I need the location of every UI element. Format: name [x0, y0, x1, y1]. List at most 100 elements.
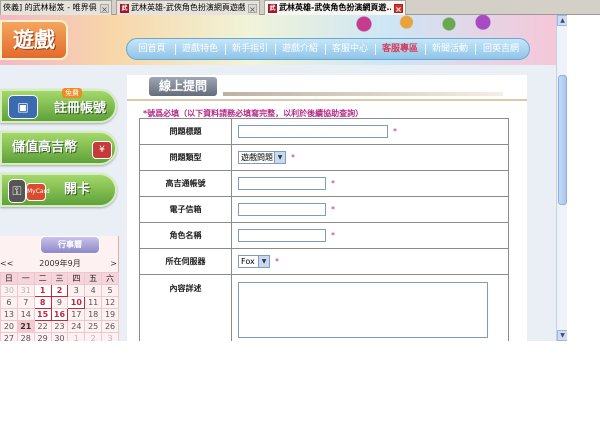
card-label: 開卡 — [64, 182, 91, 197]
nav-divider — [225, 44, 226, 55]
account-cell: * — [231, 170, 509, 197]
calendar-weekday: 四 — [67, 272, 86, 285]
calendar-day[interactable]: 3 — [101, 332, 119, 341]
calendar-week-row: 30 31 1 2 3 4 5 — [0, 284, 119, 297]
calendar-day[interactable]: 4 — [84, 284, 103, 297]
close-icon[interactable]: × — [248, 4, 257, 14]
main-nav: 回首頁 遊戲特色 新手指引 遊戲介紹 客服中心 客服專區 新聞活動 回英吉網 — [126, 38, 530, 60]
mycard-button[interactable]: ⚿ MyCard 開卡 — [0, 173, 117, 207]
close-icon[interactable]: × — [394, 4, 403, 14]
calendar-title-row: << 2009年9月 > — [0, 258, 119, 270]
calendar-day[interactable]: 19 — [101, 308, 119, 321]
form-row-subject: 問題標題 * — [139, 118, 509, 145]
register-account-button[interactable]: ▣ 免費 註冊帳號 — [0, 88, 117, 123]
calendar-day[interactable]: 31 — [16, 284, 35, 297]
calendar-day[interactable]: 22 — [33, 320, 52, 333]
calendar-day[interactable]: 9 — [50, 296, 69, 309]
nav-divider — [375, 44, 376, 55]
calendar-week-row: 13 14 15 16 17 18 19 — [0, 308, 119, 321]
nav-divider — [175, 44, 176, 55]
calendar-day[interactable]: 17 — [67, 308, 86, 321]
calendar-prev-button[interactable]: << — [0, 258, 13, 270]
question-type-select[interactable]: 遊戲問題 ▼ — [238, 151, 286, 164]
calendar-day[interactable]: 13 — [0, 308, 18, 321]
browser-tab-bar: 俠義] 的武林秘笈 - 唯界俱樂... × 武 武林英雄-武俠角色扮演網頁遊戲 … — [0, 0, 600, 15]
account-label: 高吉通帳號 — [139, 170, 232, 197]
type-label: 問題類型 — [139, 144, 232, 171]
calendar-day[interactable]: 15 — [33, 308, 52, 321]
calendar-day[interactable]: 24 — [67, 320, 86, 333]
calendar-day[interactable]: 16 — [50, 308, 69, 321]
nav-game-intro[interactable]: 遊戲介紹 — [277, 41, 323, 57]
character-input[interactable] — [238, 229, 326, 242]
site-favicon-icon: 武 — [120, 4, 129, 13]
nav-portal[interactable]: 回英吉網 — [477, 41, 525, 57]
details-textarea[interactable] — [238, 282, 488, 338]
account-input[interactable] — [238, 177, 326, 190]
calendar-weekday: 一 — [16, 272, 35, 285]
site-favicon-icon: 武 — [268, 4, 277, 13]
calendar-day[interactable]: 25 — [84, 320, 103, 333]
calendar-day[interactable]: 23 — [50, 320, 69, 333]
calendar-day[interactable]: 20 — [0, 320, 18, 333]
calendar-day[interactable]: 29 — [33, 332, 52, 341]
character-label: 角色名稱 — [139, 222, 232, 249]
calendar-day[interactable]: 30 — [0, 284, 18, 297]
vertical-scrollbar[interactable]: ▲ ▼ — [556, 15, 568, 341]
lock-icon: ⚿ — [8, 179, 26, 203]
scrollbar-thumb[interactable] — [558, 75, 567, 205]
calendar-next-button[interactable]: > — [107, 258, 117, 270]
calendar-day[interactable]: 7 — [16, 296, 35, 309]
calendar-day[interactable]: 1 — [33, 284, 52, 297]
calendar-day[interactable]: 2 — [84, 332, 103, 341]
browser-tab-1[interactable]: 武 武林英雄-武俠角色扮演網頁遊戲 ... × — [116, 0, 260, 15]
logo-text: 遊戲 — [13, 27, 55, 52]
calendar-day[interactable]: 26 — [101, 320, 119, 333]
calendar-day[interactable]: 28 — [16, 332, 35, 341]
close-icon[interactable]: × — [100, 4, 109, 14]
calendar-day[interactable]: 1 — [67, 332, 86, 341]
flower-decoration — [330, 15, 500, 33]
email-label: 電子信箱 — [139, 196, 232, 223]
email-cell: * — [231, 196, 509, 223]
chevron-down-icon: ▼ — [274, 152, 285, 163]
browser-tab-2[interactable]: 武 武林英雄-武俠角色扮演網頁遊... × — [264, 0, 406, 15]
calendar-day[interactable]: 6 — [0, 296, 18, 309]
server-select[interactable]: Fox I ▼ — [238, 255, 270, 268]
calendar-day[interactable]: 11 — [84, 296, 103, 309]
required-mark: * — [331, 179, 335, 188]
calendar-day[interactable]: 10 — [67, 296, 86, 309]
calendar-day[interactable]: 27 — [0, 332, 18, 341]
nav-divider — [425, 44, 426, 55]
site-logo[interactable]: 遊戲 — [0, 20, 68, 60]
calendar-day[interactable]: 30 — [50, 332, 69, 341]
nav-support-zone[interactable]: 客服專區 — [377, 41, 423, 57]
subject-label: 問題標題 — [139, 118, 232, 145]
nav-service-center[interactable]: 客服中心 — [327, 41, 373, 57]
calendar-day[interactable]: 2 — [50, 284, 69, 297]
calendar-day[interactable]: 21 — [16, 320, 35, 333]
email-input[interactable] — [238, 203, 326, 216]
topup-button[interactable]: 儲值高吉幣 ¥ — [0, 131, 117, 165]
calendar-weekday: 六 — [101, 272, 119, 285]
tab-label: 武林英雄-武俠角色扮演網頁遊... — [279, 3, 391, 12]
calendar-grid: 日一二三四五六 30 31 1 2 3 4 5 6 7 8 9 10 11 12 13 14 15 16 17 18 19… — [0, 272, 119, 341]
nav-features[interactable]: 遊戲特色 — [177, 41, 223, 57]
nav-news[interactable]: 新聞活動 — [427, 41, 473, 57]
calendar-day[interactable]: 14 — [16, 308, 35, 321]
nav-home[interactable]: 回首頁 — [131, 41, 173, 57]
calendar-day[interactable]: 12 — [101, 296, 119, 309]
calendar-day[interactable]: 8 — [33, 296, 52, 309]
required-mark: * — [331, 205, 335, 214]
calendar-day[interactable]: 5 — [101, 284, 119, 297]
calendar-day[interactable]: 3 — [67, 284, 86, 297]
mycard-logo-icon: MyCard — [26, 183, 50, 201]
type-cell: 遊戲問題 ▼ * — [231, 144, 509, 171]
subject-input[interactable] — [238, 125, 388, 138]
nav-beginner-guide[interactable]: 新手指引 — [227, 41, 273, 57]
required-mark: * — [291, 153, 295, 162]
browser-tab-0[interactable]: 俠義] 的武林秘笈 - 唯界俱樂... × — [0, 0, 112, 15]
calendar-day[interactable]: 18 — [84, 308, 103, 321]
topup-label: 儲值高吉幣 — [12, 140, 78, 155]
coin-icon: ¥ — [92, 141, 112, 159]
